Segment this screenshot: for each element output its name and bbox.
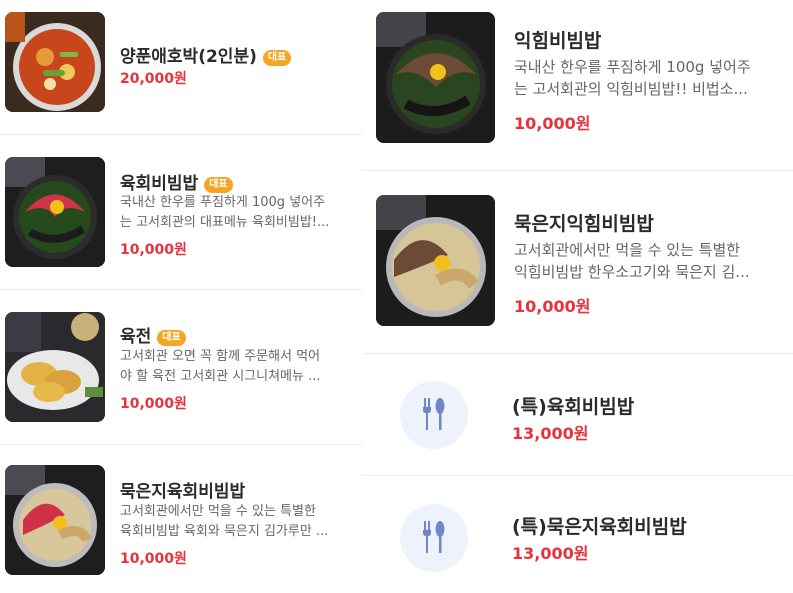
- fork-spoon-placeholder-icon: [400, 381, 468, 449]
- menu-item-name: (특)묵은지육회비빔밥: [512, 516, 687, 538]
- menu-item-special-mukeunji-yukhoe-bibimbap[interactable]: (특)묵은지육회비빔밥 13,000원: [362, 476, 793, 593]
- signature-badge: 대표: [157, 330, 186, 346]
- menu-item-price: 13,000원: [512, 424, 589, 443]
- menu-item-description: 고서회관 오면 꼭 함께 주문해서 먹어 야 할 육전 고서회관 시그니쳐메뉴 …: [120, 347, 356, 387]
- description-line: 국내산 한우를 푸짐하게 100g 넣어주: [120, 195, 326, 210]
- mukeunji-yukhoe-bibimbap-photo: [5, 465, 105, 575]
- cooked-beef-bibimbap-photo: [376, 12, 495, 143]
- menu-item-description: 국내산 한우를 푸짐하게 100g 넣어주 는 고서회관의 익힘비빔밥!! 비법…: [514, 56, 784, 100]
- menu-item-title: 묵은지육회비빔밥: [120, 477, 245, 502]
- description-line: 야 할 육전 고서회관 시그니쳐메뉴 ...: [120, 369, 321, 384]
- description-line: 육회비빔밥 육회와 묵은지 김가루만 ...: [120, 524, 329, 539]
- menu-item-yukhoe-bibimbap[interactable]: 육회비빔밥 대표 국내산 한우를 푸짐하게 100g 넣어주 는 고서회관의 대표…: [0, 135, 362, 289]
- description-line: 는 고서회관의 대표메뉴 육회비빔밥!...: [120, 215, 330, 230]
- stew-photo: [5, 12, 105, 112]
- menu-item-price: 10,000원: [514, 297, 591, 316]
- menu-item-name: 묵은지육회비빔밥: [120, 482, 246, 502]
- menu-item-name: 익힘비빔밥: [514, 30, 602, 52]
- menu-item-price: 13,000원: [512, 544, 589, 563]
- menu-item-price: 20,000원: [120, 71, 187, 87]
- menu-item-yangpun-aehobak[interactable]: 양푼애호박(2인분) 대표 20,000원: [0, 0, 362, 134]
- description-line: 고서회관에서만 먹을 수 있는 특별한: [514, 241, 741, 259]
- menu-item-price: 10,000원: [120, 396, 187, 412]
- menu-item-title: 양푼애호박(2인분) 대표: [120, 42, 292, 67]
- description-line: 고서회관 오면 꼭 함께 주문해서 먹어: [120, 349, 321, 364]
- yukhoe-bibimbap-photo: [5, 157, 105, 267]
- menu-item-name: 묵은지익힘비빔밥: [514, 213, 654, 235]
- menu-item-yukjeon[interactable]: 육전 대표 고서회관 오면 꼭 함께 주문해서 먹어 야 할 육전 고서회관 시그…: [0, 290, 362, 444]
- menu-item-special-yukhoe-bibimbap[interactable]: (특)육회비빔밥 13,000원: [362, 354, 793, 475]
- menu-item-ikhim-bibimbap[interactable]: 익힘비빔밥 국내산 한우를 푸짐하게 100g 넣어주 는 고서회관의 익힘비빔…: [362, 0, 793, 170]
- menu-item-mukeunji-ikhim-bibimbap[interactable]: 묵은지익힘비빔밥 고서회관에서만 먹을 수 있는 특별한 익힘비빔밥 한우소고기…: [362, 171, 793, 353]
- signature-badge: 대표: [204, 177, 233, 193]
- menu-item-mukeunji-yukhoe-bibimbap[interactable]: 묵은지육회비빔밥 고서회관에서만 먹을 수 있는 특별한 육회비빔밥 육회와 묵…: [0, 445, 362, 593]
- description-line: 고서회관에서만 먹을 수 있는 특별한: [120, 504, 316, 519]
- description-line: 익힘비빔밥 한우소고기와 묵은지 김...: [514, 263, 750, 281]
- menu-item-price: 10,000원: [514, 114, 591, 133]
- menu-item-description: 국내산 한우를 푸짐하게 100g 넣어주 는 고서회관의 대표메뉴 육회비빔밥…: [120, 193, 356, 233]
- yukjeon-photo: [5, 312, 105, 422]
- menu-item-name: (특)육회비빔밥: [512, 396, 635, 418]
- menu-item-description: 고서회관에서만 먹을 수 있는 특별한 익힘비빔밥 한우소고기와 묵은지 김..…: [514, 239, 784, 283]
- menu-item-title: 육회비빔밥 대표: [120, 169, 233, 194]
- mukeunji-cooked-bibimbap-photo: [376, 195, 495, 326]
- menu-item-name: 육회비빔밥: [120, 174, 199, 194]
- menu-item-title: 육전 대표: [120, 322, 186, 347]
- description-line: 국내산 한우를 푸짐하게 100g 넣어주: [514, 58, 751, 76]
- description-line: 는 고서회관의 익힘비빔밥!! 비법소...: [514, 80, 748, 98]
- signature-badge: 대표: [262, 50, 292, 66]
- menu-item-price: 10,000원: [120, 242, 187, 258]
- menu-item-description: 고서회관에서만 먹을 수 있는 특별한 육회비빔밥 육회와 묵은지 김가루만 .…: [120, 502, 356, 542]
- fork-spoon-placeholder-icon: [400, 504, 468, 572]
- menu-item-name: 양푼애호박(2인분): [120, 47, 257, 67]
- menu-item-price: 10,000원: [120, 551, 187, 567]
- menu-item-name: 육전: [120, 327, 152, 347]
